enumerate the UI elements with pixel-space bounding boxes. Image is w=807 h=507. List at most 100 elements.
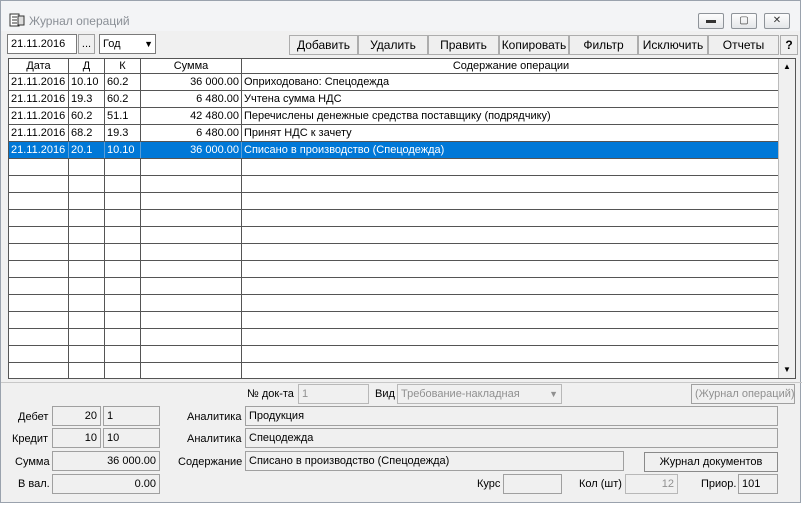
analytics-field-1[interactable]: Продукция <box>245 406 778 426</box>
empty-row[interactable] <box>9 210 780 227</box>
operations-grid[interactable]: Дата Д К Сумма Содержание операции 21.11… <box>8 58 796 379</box>
cell-content: Списано в производство (Спецодежда) <box>244 144 445 156</box>
debit-subaccount-field[interactable]: 1 <box>103 406 160 426</box>
delete-button[interactable]: Удалить <box>358 35 428 55</box>
edit-button[interactable]: Править <box>428 35 499 55</box>
column-credit[interactable]: К <box>105 59 141 73</box>
column-content[interactable]: Содержание операции <box>242 59 780 73</box>
kind-select[interactable]: Требование-накладная ▼ <box>397 384 562 404</box>
scroll-down-icon[interactable]: ▼ <box>779 362 795 378</box>
cell-content <box>242 346 780 362</box>
cell-date <box>9 295 69 311</box>
table-row[interactable]: 21.11.2016 19.3 60.2 6 480.00 Учтена сумма Н… <box>9 91 780 108</box>
reports-button[interactable]: Отчеты <box>708 35 779 55</box>
empty-row[interactable] <box>9 312 780 329</box>
content-label: Содержание <box>178 456 243 468</box>
empty-row[interactable] <box>9 193 780 210</box>
maximize-button[interactable]: ▢ <box>731 13 757 29</box>
period-value: Год <box>103 38 121 50</box>
cell-amount <box>141 329 242 345</box>
cell-amount: 36 000.00 <box>141 142 242 158</box>
filter-button[interactable]: Фильтр <box>569 35 638 55</box>
cell-content: Оприходовано: Спецодежда <box>244 76 390 88</box>
empty-row[interactable] <box>9 346 780 363</box>
empty-row[interactable] <box>9 278 780 295</box>
rate-label: Курс <box>477 478 501 490</box>
cell-credit <box>105 295 141 311</box>
cell-amount <box>141 159 242 175</box>
empty-row[interactable] <box>9 363 780 378</box>
journal-icon <box>9 13 25 27</box>
cell-debit <box>69 210 105 226</box>
cell-debit <box>69 176 105 192</box>
empty-row[interactable] <box>9 227 780 244</box>
cell-amount: 6 480.00 <box>141 91 242 107</box>
add-button[interactable]: Добавить <box>289 35 358 55</box>
table-row[interactable]: 21.11.2016 20.1 10.10 36 000.00 Списано в пр… <box>9 142 780 159</box>
cell-date <box>9 244 69 260</box>
analytics-field-2[interactable]: Спецодежда <box>245 428 778 448</box>
copy-button[interactable]: Копировать <box>499 35 569 55</box>
cell-debit <box>69 278 105 294</box>
sum-field[interactable]: 36 000.00 <box>52 451 160 471</box>
cell-debit <box>69 244 105 260</box>
cell-date: 21.11.2016 <box>9 91 69 107</box>
scroll-up-icon[interactable]: ▲ <box>779 59 795 75</box>
cell-debit <box>69 312 105 328</box>
cell-amount <box>141 244 242 260</box>
column-amount[interactable]: Сумма <box>141 59 242 73</box>
cell-credit <box>105 329 141 345</box>
journal-documents-button[interactable]: Журнал документов <box>644 452 778 472</box>
empty-row[interactable] <box>9 244 780 261</box>
debit-account-field[interactable]: 20 <box>52 406 101 426</box>
currency-field[interactable]: 0.00 <box>52 474 160 494</box>
cell-amount <box>141 261 242 277</box>
credit-subaccount-field[interactable]: 10 <box>103 428 160 448</box>
cell-amount <box>141 193 242 209</box>
cell-credit: 60.2 <box>105 91 141 107</box>
cell-content <box>242 159 780 175</box>
doc-no-label: № док-та <box>247 388 294 400</box>
date-field[interactable]: 21.11.2016 <box>7 34 77 54</box>
doc-no-field[interactable]: 1 <box>298 384 369 404</box>
cell-content <box>242 295 780 311</box>
cell-content <box>242 312 780 328</box>
empty-row[interactable] <box>9 329 780 346</box>
help-button[interactable]: ? <box>780 35 798 55</box>
rate-field[interactable] <box>503 474 562 494</box>
window-title: Журнал операций <box>29 14 130 28</box>
empty-row[interactable] <box>9 295 780 312</box>
column-date[interactable]: Дата <box>9 59 69 73</box>
empty-row[interactable] <box>9 176 780 193</box>
qty-field[interactable]: 12 <box>625 474 678 494</box>
table-row[interactable]: 21.11.2016 10.10 60.2 36 000.00 Оприходовано… <box>9 74 780 91</box>
content-field[interactable]: Списано в производство (Спецодежда) <box>245 451 624 471</box>
exclude-button[interactable]: Исключить <box>638 35 708 55</box>
empty-row[interactable] <box>9 261 780 278</box>
period-select[interactable]: Год ▼ <box>99 34 156 54</box>
chevron-down-icon: ▼ <box>549 389 558 399</box>
vertical-scrollbar[interactable]: ▲ ▼ <box>778 59 795 378</box>
cell-credit <box>105 278 141 294</box>
cell-credit <box>105 244 141 260</box>
table-row[interactable]: 21.11.2016 60.2 51.1 42 480.00 Перечислены д… <box>9 108 780 125</box>
cell-debit <box>69 295 105 311</box>
journal-operations-button[interactable]: (Журнал операций) <box>691 384 795 404</box>
cell-amount <box>141 210 242 226</box>
cell-content <box>242 176 780 192</box>
currency-label: В вал. <box>18 478 50 490</box>
cell-credit: 60.2 <box>105 74 141 90</box>
cell-date <box>9 363 69 378</box>
close-button[interactable]: ✕ <box>764 13 790 29</box>
title-bar: Журнал операций ▬ ▢ ✕ <box>1 1 800 31</box>
cell-debit <box>69 227 105 243</box>
kind-label: Вид <box>375 388 395 400</box>
empty-row[interactable] <box>9 159 780 176</box>
table-row[interactable]: 21.11.2016 68.2 19.3 6 480.00 Принят НДС к з… <box>9 125 780 142</box>
cell-amount: 42 480.00 <box>141 108 242 124</box>
date-picker-button[interactable]: ... <box>78 34 95 54</box>
column-debit[interactable]: Д <box>69 59 105 73</box>
minimize-button[interactable]: ▬ <box>698 13 724 29</box>
prior-field[interactable]: 101 <box>738 474 778 494</box>
credit-account-field[interactable]: 10 <box>52 428 101 448</box>
